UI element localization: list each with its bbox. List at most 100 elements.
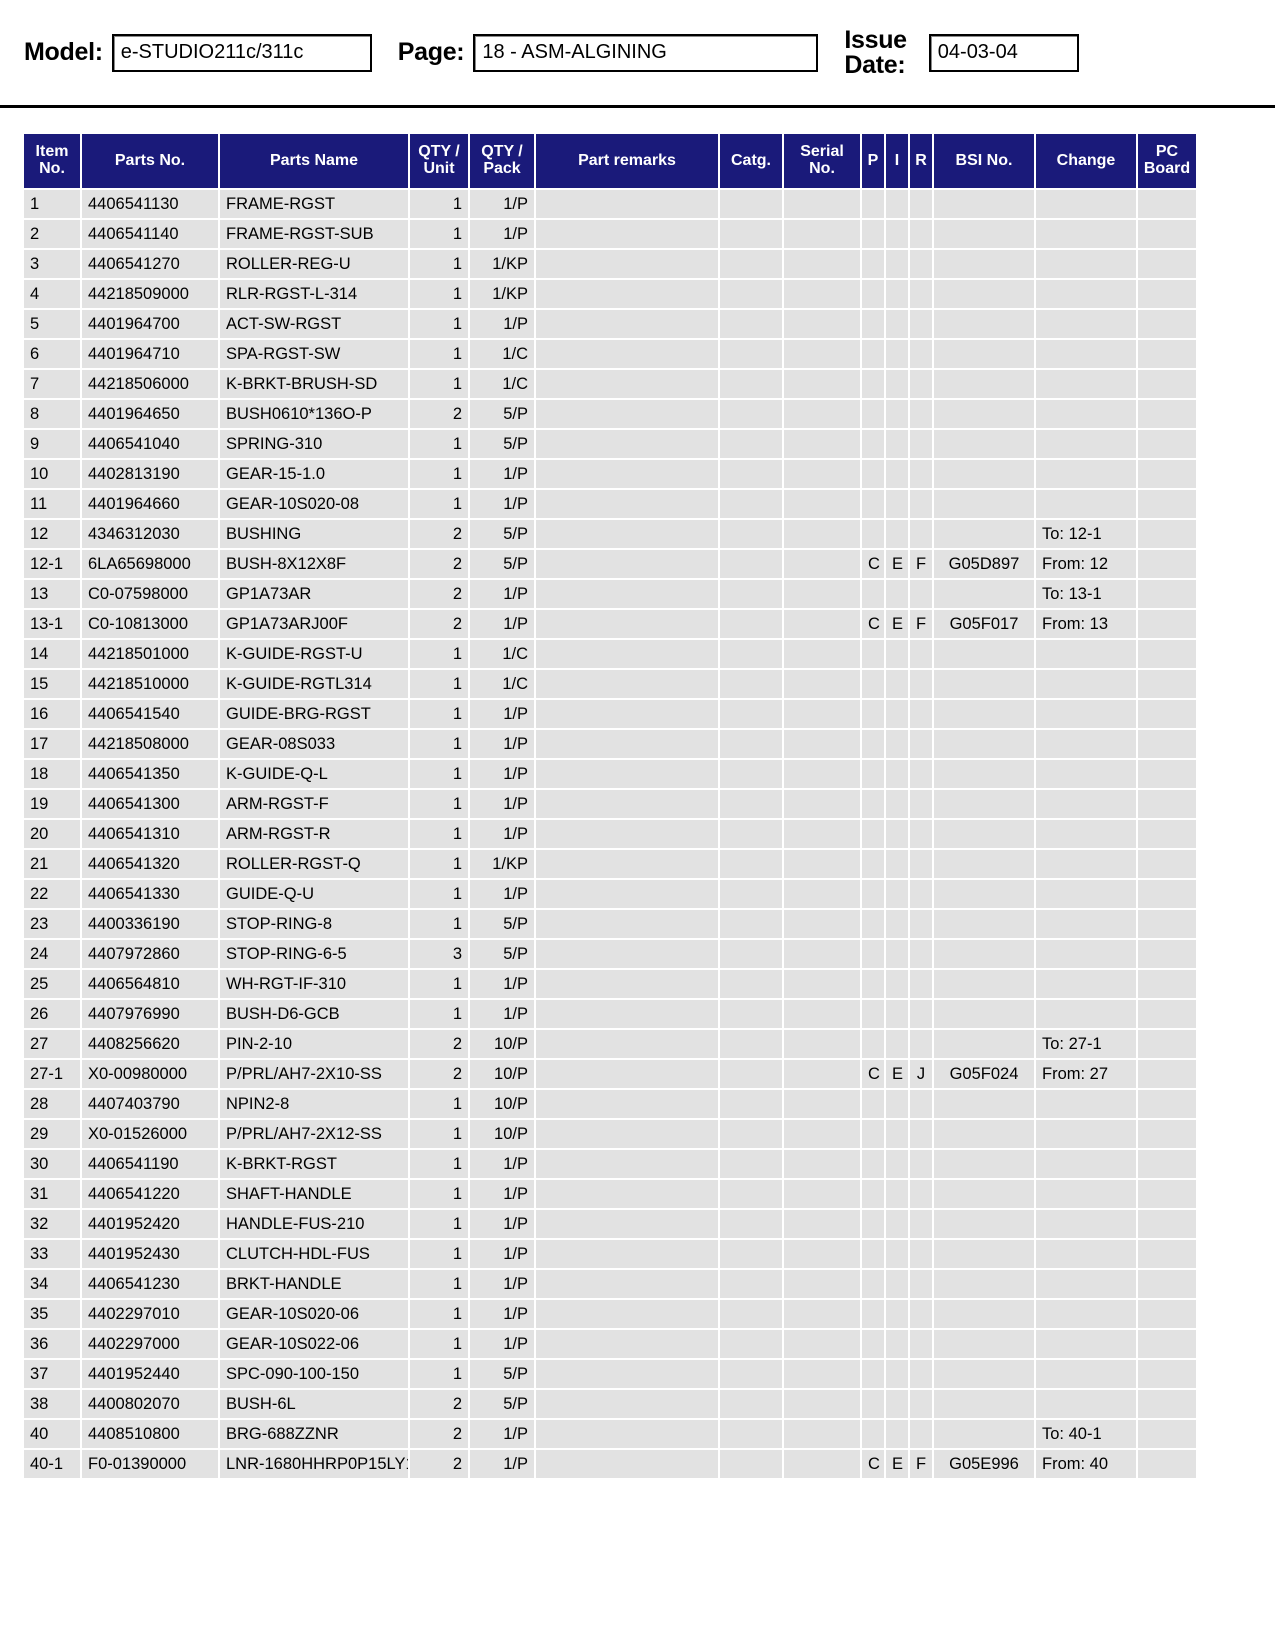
table-row[interactable]: 16 4406541540 GUIDE-BRG-RGST 1 1/P <box>24 700 1196 728</box>
table-row[interactable]: 29 X0-01526000 P/PRL/AH7-2X12-SS 1 10/P <box>24 1120 1196 1148</box>
col-header-p[interactable]: P <box>862 134 884 188</box>
model-field[interactable]: e-STUDIO211c/311c <box>111 33 372 72</box>
table-row[interactable]: 40 4408510800 BRG-688ZZNR 2 1/P To: 40-1 <box>24 1420 1196 1448</box>
table-row[interactable]: 18 4406541350 K-GUIDE-Q-L 1 1/P <box>24 760 1196 788</box>
issue-date-field[interactable]: 04-03-04 <box>928 33 1079 72</box>
table-row[interactable]: 31 4406541220 SHAFT-HANDLE 1 1/P <box>24 1180 1196 1208</box>
col-header-i[interactable]: I <box>886 134 908 188</box>
cell-parts-no: C0-10813000 <box>82 610 218 638</box>
cell-bsi-no <box>934 310 1034 338</box>
table-row[interactable]: 13 C0-07598000 GP1A73AR 2 1/P To: 13-1 <box>24 580 1196 608</box>
table-row[interactable]: 14 44218501000 K-GUIDE-RGST-U 1 1/C <box>24 640 1196 668</box>
table-row[interactable]: 6 4401964710 SPA-RGST-SW 1 1/C <box>24 340 1196 368</box>
col-header-part-remarks[interactable]: Part remarks <box>536 134 718 188</box>
table-row[interactable]: 36 4402297000 GEAR-10S022-06 1 1/P <box>24 1330 1196 1358</box>
cell-p <box>862 1150 884 1178</box>
col-header-parts-name[interactable]: Parts Name <box>220 134 408 188</box>
table-row[interactable]: 11 4401964660 GEAR-10S020-08 1 1/P <box>24 490 1196 518</box>
cell-serial-no <box>784 1030 860 1058</box>
cell-parts-name: ARM-RGST-R <box>220 820 408 848</box>
cell-bsi-no <box>934 850 1034 878</box>
col-header-r[interactable]: R <box>910 134 932 188</box>
table-row[interactable]: 1 4406541130 FRAME-RGST 1 1/P <box>24 190 1196 218</box>
table-row[interactable]: 2 4406541140 FRAME-RGST-SUB 1 1/P <box>24 220 1196 248</box>
cell-qty-unit: 1 <box>410 190 468 218</box>
cell-change <box>1036 910 1136 938</box>
cell-parts-name: SHAFT-HANDLE <box>220 1180 408 1208</box>
table-row[interactable]: 22 4406541330 GUIDE-Q-U 1 1/P <box>24 880 1196 908</box>
table-row[interactable]: 17 44218508000 GEAR-08S033 1 1/P <box>24 730 1196 758</box>
table-row[interactable]: 12 4346312030 BUSHING 2 5/P To: 12-1 <box>24 520 1196 548</box>
col-header-serial-no[interactable]: Serial No. <box>784 134 860 188</box>
table-row[interactable]: 21 4406541320 ROLLER-RGST-Q 1 1/KP <box>24 850 1196 878</box>
col-header-qty-pack-line1: QTY / <box>481 143 523 161</box>
table-row[interactable]: 12-1 6LA65698000 BUSH-8X12X8F 2 5/P C E F G05D89… <box>24 550 1196 578</box>
table-row[interactable]: 7 44218506000 K-BRKT-BRUSH-SD 1 1/C <box>24 370 1196 398</box>
table-row[interactable]: 5 4401964700 ACT-SW-RGST 1 1/P <box>24 310 1196 338</box>
cell-parts-no: 44218510000 <box>82 670 218 698</box>
cell-qty-pack: 1/P <box>470 460 534 488</box>
table-row[interactable]: 4 44218509000 RLR-RGST-L-314 1 1/KP <box>24 280 1196 308</box>
table-row[interactable]: 20 4406541310 ARM-RGST-R 1 1/P <box>24 820 1196 848</box>
cell-i <box>886 1420 908 1448</box>
col-header-qty-unit-line1: QTY / <box>418 143 460 161</box>
cell-serial-no <box>784 1360 860 1388</box>
table-row[interactable]: 28 4407403790 NPIN2-8 1 10/P <box>24 1090 1196 1118</box>
cell-p: C <box>862 610 884 638</box>
table-row[interactable]: 19 4406541300 ARM-RGST-F 1 1/P <box>24 790 1196 818</box>
cell-parts-name: BUSH-6L <box>220 1390 408 1418</box>
table-row[interactable]: 35 4402297010 GEAR-10S020-06 1 1/P <box>24 1300 1196 1328</box>
table-row[interactable]: 23 4400336190 STOP-RING-8 1 5/P <box>24 910 1196 938</box>
col-header-parts-no[interactable]: Parts No. <box>82 134 218 188</box>
table-row[interactable]: 37 4401952440 SPC-090-100-150 1 5/P <box>24 1360 1196 1388</box>
table-row[interactable]: 30 4406541190 K-BRKT-RGST 1 1/P <box>24 1150 1196 1178</box>
cell-catg <box>720 460 782 488</box>
cell-qty-unit: 1 <box>410 730 468 758</box>
cell-catg <box>720 1240 782 1268</box>
cell-item-no: 13-1 <box>24 610 80 638</box>
table-row[interactable]: 9 4406541040 SPRING-310 1 5/P <box>24 430 1196 458</box>
table-row[interactable]: 3 4406541270 ROLLER-REG-U 1 1/KP <box>24 250 1196 278</box>
cell-p <box>862 490 884 518</box>
table-row[interactable]: 8 4401964650 BUSH0610*136O-P 2 5/P <box>24 400 1196 428</box>
cell-i <box>886 1150 908 1178</box>
cell-qty-pack: 1/P <box>470 880 534 908</box>
col-header-qty-unit[interactable]: QTY / Unit <box>410 134 468 188</box>
cell-qty-unit: 1 <box>410 1330 468 1358</box>
table-row[interactable]: 27-1 X0-00980000 P/PRL/AH7-2X10-SS 2 10/P C E J… <box>24 1060 1196 1088</box>
cell-parts-no: 4406541310 <box>82 820 218 848</box>
cell-catg <box>720 670 782 698</box>
table-row[interactable]: 33 4401952430 CLUTCH-HDL-FUS 1 1/P <box>24 1240 1196 1268</box>
table-row[interactable]: 38 4400802070 BUSH-6L 2 5/P <box>24 1390 1196 1418</box>
cell-item-no: 27-1 <box>24 1060 80 1088</box>
cell-part-remarks <box>536 190 718 218</box>
cell-item-no: 29 <box>24 1120 80 1148</box>
cell-change <box>1036 370 1136 398</box>
cell-qty-unit: 2 <box>410 1060 468 1088</box>
table-row[interactable]: 27 4408256620 PIN-2-10 2 10/P To: 27-1 <box>24 1030 1196 1058</box>
cell-parts-name: GUIDE-BRG-RGST <box>220 700 408 728</box>
table-row[interactable]: 34 4406541230 BRKT-HANDLE 1 1/P <box>24 1270 1196 1298</box>
table-row[interactable]: 40-1 F0-01390000 LNR-1680HHRP0P15LY13 2 1/P C… <box>24 1450 1196 1478</box>
cell-r: F <box>910 1450 932 1478</box>
table-row[interactable]: 25 4406564810 WH-RGT-IF-310 1 1/P <box>24 970 1196 998</box>
table-row[interactable]: 24 4407972860 STOP-RING-6-5 3 5/P <box>24 940 1196 968</box>
col-header-bsi-no[interactable]: BSI No. <box>934 134 1034 188</box>
cell-p <box>862 190 884 218</box>
cell-r <box>910 520 932 548</box>
page-field[interactable]: 18 - ASM-ALGINING <box>473 33 819 72</box>
table-row[interactable]: 10 4402813190 GEAR-15-1.0 1 1/P <box>24 460 1196 488</box>
table-row[interactable]: 15 44218510000 K-GUIDE-RGTL314 1 1/C <box>24 670 1196 698</box>
col-header-pc-board[interactable]: PC Board <box>1138 134 1196 188</box>
table-row[interactable]: 32 4401952420 HANDLE-FUS-210 1 1/P <box>24 1210 1196 1238</box>
col-header-catg[interactable]: Catg. <box>720 134 782 188</box>
cell-bsi-no <box>934 190 1034 218</box>
col-header-item-no[interactable]: Item No. <box>24 134 80 188</box>
col-header-qty-pack[interactable]: QTY / Pack <box>470 134 534 188</box>
cell-item-no: 38 <box>24 1390 80 1418</box>
cell-item-no: 18 <box>24 760 80 788</box>
table-row[interactable]: 13-1 C0-10813000 GP1A73ARJ00F 2 1/P C E F G05F01… <box>24 610 1196 638</box>
col-header-change[interactable]: Change <box>1036 134 1136 188</box>
cell-i <box>886 460 908 488</box>
table-row[interactable]: 26 4407976990 BUSH-D6-GCB 1 1/P <box>24 1000 1196 1028</box>
